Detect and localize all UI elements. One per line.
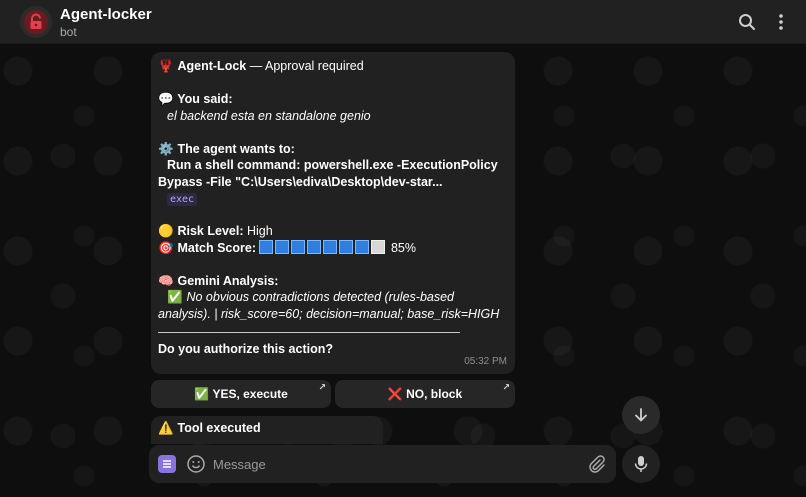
paperclip-icon[interactable]	[586, 454, 606, 474]
chat-header: Agent-locker bot	[0, 0, 806, 44]
yes-execute-button[interactable]: ✅ YES, execute ↗	[151, 380, 331, 408]
menu-icon	[163, 460, 171, 468]
target-icon: 🎯	[158, 240, 174, 255]
emoji-icon[interactable]	[186, 454, 206, 474]
you-said-text: el backend esta en standalone genio	[167, 108, 371, 123]
arrow-down-icon	[635, 408, 647, 422]
divider	[158, 332, 460, 333]
score-segment-filled	[307, 239, 322, 254]
avatar[interactable]	[20, 6, 52, 38]
lobster-icon: 🦞	[158, 59, 174, 73]
chat-title: Agent-locker	[60, 6, 152, 23]
score-segment-filled	[339, 239, 354, 254]
heading-rest: — Approval required	[246, 59, 364, 73]
score-segment-filled	[291, 239, 306, 254]
heading-bold: Agent-Lock	[177, 59, 247, 73]
check-icon: ✅	[194, 387, 210, 401]
speech-bubble-icon: 💬	[158, 92, 174, 106]
message-heading: 🦞 Agent-Lock — Approval required	[158, 58, 508, 75]
message-input[interactable]	[213, 454, 573, 474]
check-icon: ✅	[167, 290, 183, 304]
approval-message: 🦞 Agent-Lock — Approval required 💬 You s…	[151, 52, 515, 374]
warning-icon: ⚠️	[158, 421, 174, 435]
you-said-label: 💬 You said:	[158, 92, 233, 106]
arrow-up-right-icon: ↗	[502, 382, 510, 392]
bot-menu-button[interactable]	[158, 455, 176, 473]
risk-level: 🟡 Risk Level: High	[158, 224, 273, 238]
lock-icon	[24, 10, 48, 34]
brain-icon: 🧠	[158, 273, 174, 288]
search-icon[interactable]	[737, 12, 757, 32]
risk-value: High	[243, 224, 273, 238]
tool-tag[interactable]: exec	[167, 193, 198, 206]
score-segment-empty	[371, 239, 386, 254]
chat-title-block[interactable]: Agent-locker bot	[60, 6, 152, 39]
yellow-circle-icon: 🟡	[158, 224, 174, 238]
message-time: 05:32 PM	[464, 355, 507, 367]
scroll-down-button[interactable]	[622, 396, 660, 434]
chat-subtitle: bot	[60, 25, 77, 39]
match-score-value: 85%	[390, 240, 416, 255]
chat-area[interactable]: 🦞 Agent-Lock — Approval required 💬 You s…	[0, 44, 806, 497]
score-segment-filled	[275, 239, 290, 254]
authorize-question: Do you authorize this action?	[158, 342, 334, 356]
gear-icon: ⚙️	[158, 141, 174, 156]
no-block-button[interactable]: ❌ NO, block ↗	[335, 380, 515, 408]
analysis-line-1: ✅ No obvious contradictions detected (ru…	[167, 290, 454, 304]
command-line-1: Run a shell command: powershell.exe -Exe…	[167, 158, 498, 172]
match-score-bar	[259, 239, 387, 255]
microphone-icon	[634, 456, 648, 472]
message-composer	[149, 445, 616, 483]
cross-icon: ❌	[387, 387, 403, 401]
voice-record-button[interactable]	[622, 445, 660, 483]
match-score: 🎯 Match Score: 85%	[158, 239, 416, 255]
command-line-2: Bypass -File "C:\Users\ediva\Desktop\dev…	[158, 174, 443, 189]
tool-executed-message: ⚠️ Tool executed	[151, 416, 383, 444]
arrow-up-right-icon: ↗	[318, 382, 326, 392]
more-vertical-icon[interactable]	[771, 12, 791, 32]
score-segment-filled	[355, 239, 370, 254]
agent-wants-label: ⚙️ The agent wants to:	[158, 141, 295, 156]
gemini-label: 🧠 Gemini Analysis:	[158, 273, 279, 288]
score-segment-filled	[323, 239, 338, 254]
score-segment-filled	[259, 239, 274, 254]
analysis-line-2: analysis). | risk_score=60; decision=man…	[158, 306, 500, 321]
